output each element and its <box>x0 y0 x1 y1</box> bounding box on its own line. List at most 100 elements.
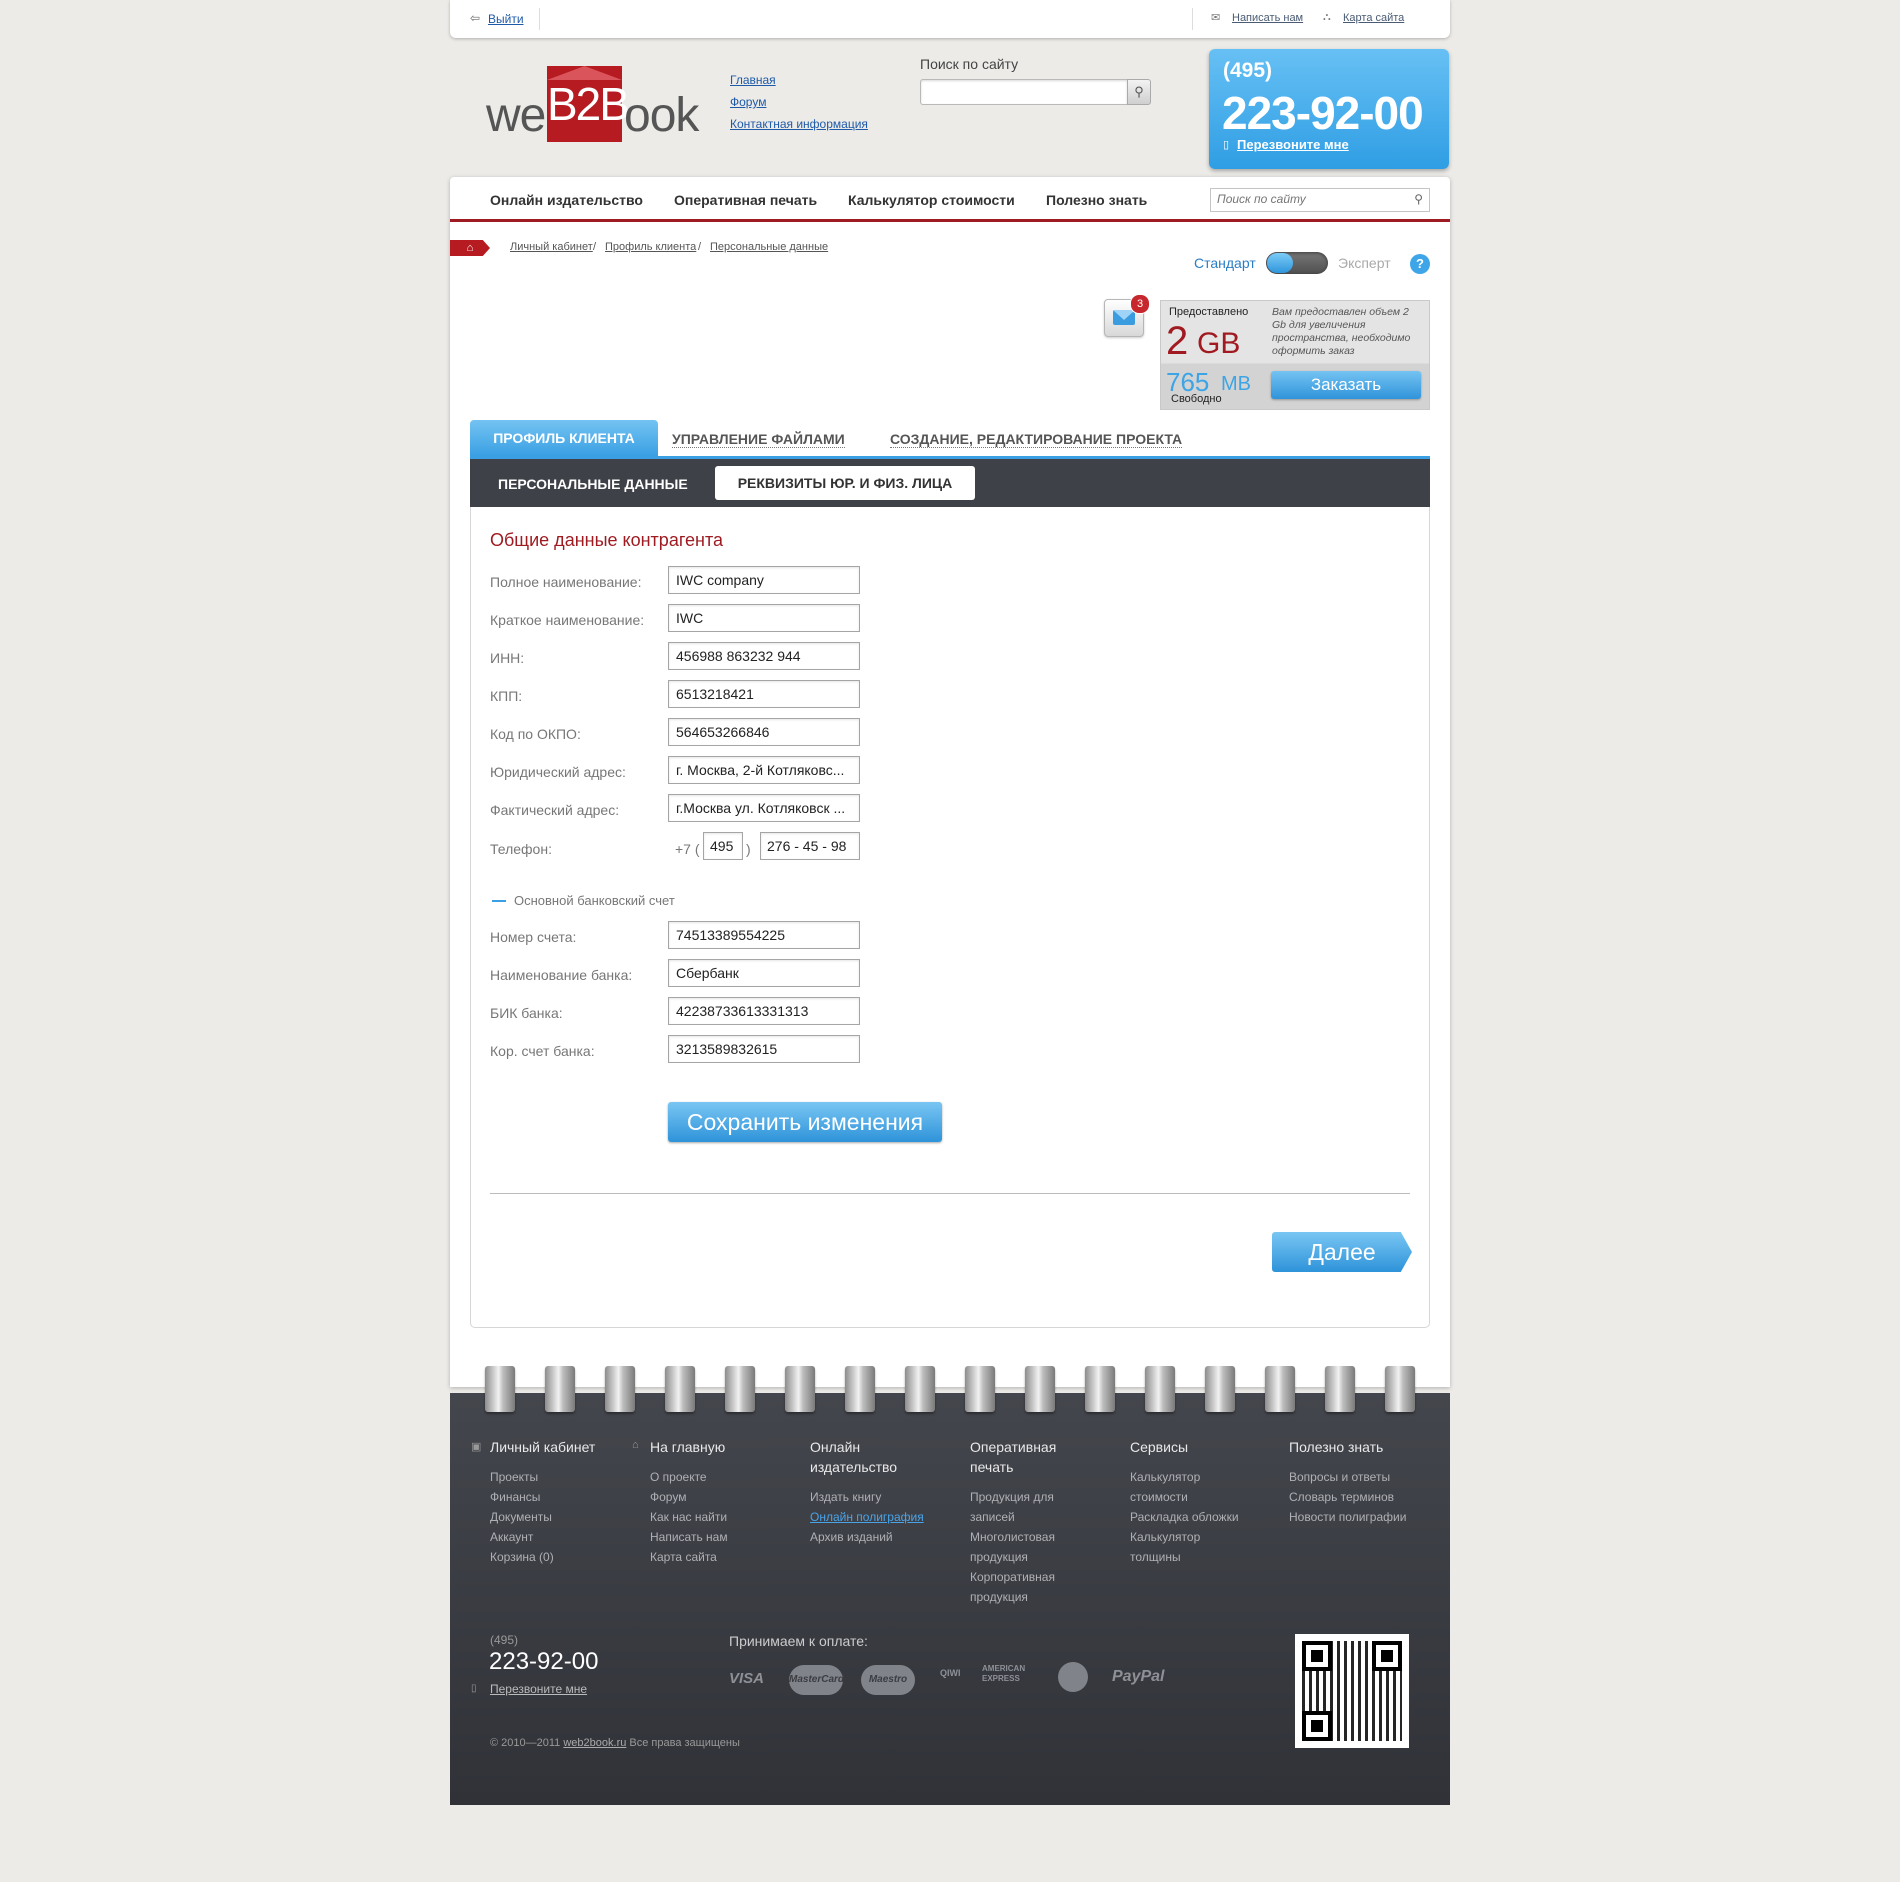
footer-link[interactable]: стоимости <box>1130 1487 1188 1507</box>
bank-section-title[interactable]: Основной банковский счет <box>514 893 675 908</box>
bik-field[interactable] <box>668 997 860 1025</box>
binder-ring <box>1325 1366 1355 1412</box>
binder-ring <box>1085 1366 1115 1412</box>
footer-col-title[interactable]: издательство <box>810 1457 897 1477</box>
help-icon[interactable]: ? <box>1410 254 1430 274</box>
order-button[interactable]: Заказать <box>1271 371 1421 399</box>
footer-link[interactable]: Калькулятор <box>1130 1467 1200 1487</box>
footer-link[interactable]: записей <box>970 1507 1015 1527</box>
footer-link[interactable]: Многолистовая <box>970 1527 1055 1547</box>
header-nav-forum[interactable]: Форум <box>730 95 766 109</box>
footer-link[interactable]: продукция <box>970 1547 1028 1567</box>
copyright-text: Все права защищены <box>629 1737 740 1749</box>
okpo-field[interactable] <box>668 718 860 746</box>
footer-link[interactable]: О проекте <box>650 1467 707 1487</box>
phone-number-field[interactable] <box>760 832 860 860</box>
subtab-personal-data[interactable]: ПЕРСОНАЛЬНЫЕ ДАННЫЕ <box>498 476 688 492</box>
sitemap-link[interactable]: Карта сайта <box>1343 12 1404 24</box>
footer-link[interactable]: продукция <box>970 1587 1028 1607</box>
footer-link[interactable]: Аккаунт <box>490 1527 533 1547</box>
breadcrumb-item[interactable]: Личный кабинет <box>510 241 593 253</box>
footer-col-title[interactable]: Личный кабинет <box>490 1437 595 1457</box>
subtab-requisites[interactable]: РЕКВИЗИТЫ ЮР. И ФИЗ. ЛИЦА <box>715 466 975 500</box>
binder-ring <box>545 1366 575 1412</box>
bank-name-field[interactable] <box>668 959 860 987</box>
breadcrumb-item[interactable]: Персональные данные <box>710 241 828 253</box>
footer-link[interactable]: Калькулятор <box>1130 1527 1200 1547</box>
footer-link[interactable]: Раскладка обложки <box>1130 1507 1239 1527</box>
footer-link[interactable]: Вопросы и ответы <box>1289 1467 1390 1487</box>
account-number-field[interactable] <box>668 921 860 949</box>
inn-field[interactable] <box>668 642 860 670</box>
tab-client-profile[interactable]: ПРОФИЛЬ КЛИЕНТА <box>470 420 658 456</box>
next-button[interactable]: Далее <box>1272 1232 1412 1272</box>
qr-finder <box>1302 1711 1332 1741</box>
kpp-field[interactable] <box>668 680 860 708</box>
mode-standard-label[interactable]: Стандарт <box>1194 255 1256 271</box>
breadcrumb-separator: / <box>698 241 702 253</box>
footer-col-title[interactable]: печать <box>970 1457 1013 1477</box>
phone-prefix: +7 ( <box>675 841 700 857</box>
nav-quick-print[interactable]: Оперативная печать <box>674 192 817 208</box>
search-button[interactable]: ⚲ <box>1127 79 1151 105</box>
short-name-field[interactable] <box>668 604 860 632</box>
footer-link[interactable]: толщины <box>1130 1547 1181 1567</box>
footer-col-title[interactable]: Сервисы <box>1130 1437 1188 1457</box>
logout-link[interactable]: Выйти <box>488 12 524 26</box>
write-us-link[interactable]: Написать нам <box>1232 12 1303 24</box>
binder-ring <box>965 1366 995 1412</box>
nav-online-publishing[interactable]: Онлайн издательство <box>490 192 643 208</box>
save-changes-button[interactable]: Сохранить изменения <box>668 1102 942 1142</box>
actual-address-field[interactable] <box>668 794 860 822</box>
breadcrumb-item[interactable]: Профиль клиента <box>605 241 696 253</box>
phone-code-field[interactable] <box>703 832 743 860</box>
mode-expert-label[interactable]: Эксперт <box>1338 255 1391 271</box>
full-name-field[interactable] <box>668 566 860 594</box>
field-label: Наименование банка: <box>490 967 633 983</box>
nav-search-input[interactable] <box>1211 189 1403 209</box>
mode-toggle[interactable] <box>1266 252 1328 274</box>
callback-link[interactable]: Перезвоните мне <box>1237 137 1349 152</box>
footer-link[interactable]: Словарь терминов <box>1289 1487 1394 1507</box>
breadcrumb-home[interactable]: ⌂ <box>450 240 490 256</box>
footer-link[interactable]: Новости полиграфии <box>1289 1507 1406 1527</box>
nav-useful-info[interactable]: Полезно знать <box>1046 192 1147 208</box>
footer-callback-link[interactable]: Перезвоните мне <box>490 1682 587 1696</box>
footer-link[interactable]: Издать книгу <box>810 1487 881 1507</box>
binder-ring <box>1145 1366 1175 1412</box>
footer-link[interactable]: Корпоративная <box>970 1567 1055 1587</box>
phone-box: (495) 223-92-00 ▯ Перезвоните мне <box>1209 49 1449 169</box>
legal-address-field[interactable] <box>668 756 860 784</box>
footer-link[interactable]: Форум <box>650 1487 686 1507</box>
search-icon[interactable]: ⚲ <box>1414 192 1423 206</box>
footer-link[interactable]: Написать нам <box>650 1527 728 1547</box>
nav-price-calculator[interactable]: Калькулятор стоимости <box>848 192 1015 208</box>
qr-finder <box>1372 1641 1402 1671</box>
footer-link[interactable]: Проекты <box>490 1467 538 1487</box>
footer-link[interactable]: Документы <box>490 1507 552 1527</box>
footer-col-title[interactable]: Оперативная <box>970 1437 1056 1457</box>
footer-col-title[interactable]: Полезно знать <box>1289 1437 1383 1457</box>
corr-account-field[interactable] <box>668 1035 860 1063</box>
header-nav-contacts[interactable]: Контактная информация <box>730 117 868 131</box>
footer-link[interactable]: Финансы <box>490 1487 540 1507</box>
site-link[interactable]: web2book.ru <box>563 1737 626 1749</box>
footer-col-title[interactable]: Онлайн <box>810 1437 860 1457</box>
footer-link[interactable]: Корзина (0) <box>490 1547 554 1567</box>
tab-file-management[interactable]: УПРАВЛЕНИЕ ФАЙЛАМИ <box>672 431 845 448</box>
footer-link[interactable]: Архив изданий <box>810 1527 893 1547</box>
footer-link[interactable]: Продукция для <box>970 1487 1054 1507</box>
collapse-dash-icon[interactable] <box>492 900 506 902</box>
footer-col-title[interactable]: На главную <box>650 1437 725 1457</box>
footer-link[interactable]: Онлайн полиграфия <box>810 1507 924 1527</box>
search-input[interactable] <box>920 79 1128 105</box>
header-nav-home[interactable]: Главная <box>730 73 776 87</box>
tab-project-editing[interactable]: СОЗДАНИЕ, РЕДАКТИРОВАНИЕ ПРОЕКТА <box>890 431 1183 448</box>
footer-link[interactable]: Карта сайта <box>650 1547 717 1567</box>
footer-link[interactable]: Как нас найти <box>650 1507 727 1527</box>
section-title: Общие данные контрагента <box>490 530 723 550</box>
lock-icon: ▣ <box>471 1441 482 1453</box>
logo-mark: B2B <box>547 66 630 142</box>
maestro-logo: Maestro <box>861 1665 915 1695</box>
qr-code <box>1295 1634 1409 1748</box>
